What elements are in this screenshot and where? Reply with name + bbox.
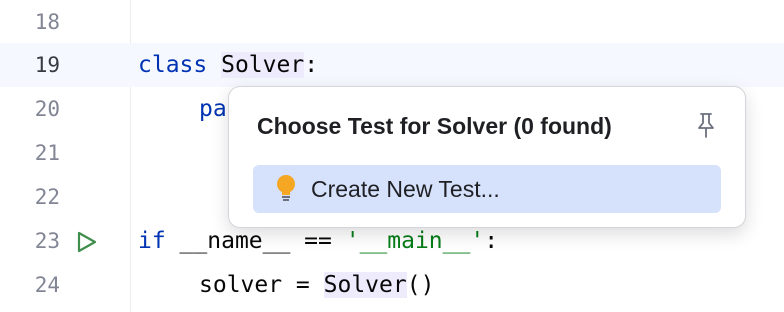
code-text: solver = Solver() xyxy=(199,272,435,298)
symbol-highlight: Solver xyxy=(323,272,407,298)
code-text: pa xyxy=(199,96,227,122)
line-number: 22 xyxy=(34,185,60,209)
choose-test-popup: Choose Test for Solver (0 found) Create … xyxy=(228,86,746,228)
create-new-test-label: Create New Test... xyxy=(311,176,500,202)
line-number: 23 xyxy=(34,229,60,253)
run-gutter-icon[interactable] xyxy=(74,230,98,254)
code-text: class Solver: xyxy=(138,52,319,78)
editor-line[interactable]: 24 solver = Solver() xyxy=(0,263,784,307)
editor-line[interactable]: 18 xyxy=(0,0,784,44)
lightbulb-icon xyxy=(277,175,295,201)
line-number: 18 xyxy=(34,10,60,34)
line-number: 21 xyxy=(34,141,60,165)
line-number: 20 xyxy=(34,97,60,121)
popup-title: Choose Test for Solver (0 found) xyxy=(257,113,612,139)
line-number: 24 xyxy=(34,273,60,297)
create-new-test-item[interactable]: Create New Test... xyxy=(253,165,721,213)
pin-icon[interactable] xyxy=(693,111,719,139)
editor-line-current[interactable]: 19 class Solver: xyxy=(0,43,784,87)
line-number: 19 xyxy=(34,53,60,77)
symbol-highlight: Solver xyxy=(221,52,305,78)
